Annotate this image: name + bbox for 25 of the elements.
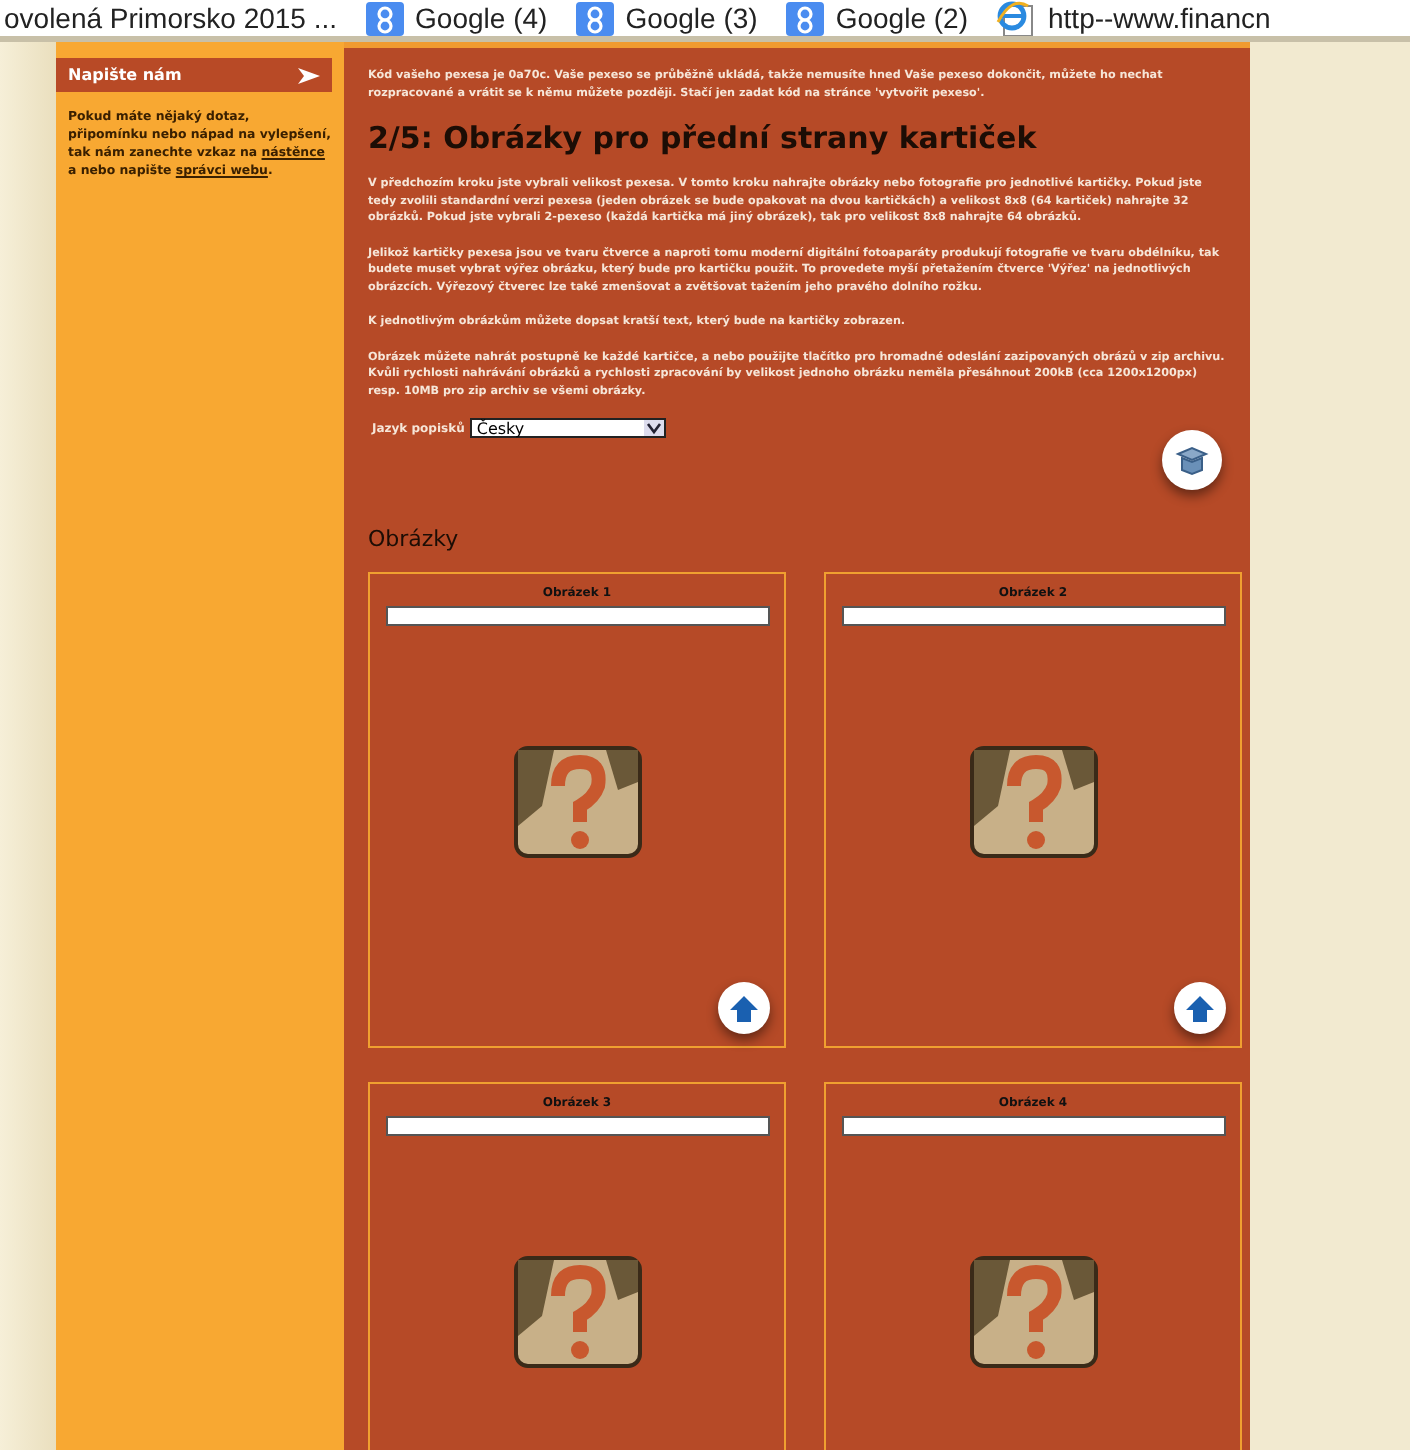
language-select[interactable]: Česky [470, 418, 667, 438]
caption-input[interactable] [841, 1116, 1225, 1136]
caption-input[interactable] [385, 1116, 769, 1136]
box-icon [1174, 444, 1210, 476]
upload-arrow-icon [1186, 995, 1214, 1021]
page-heading: 2/5: Obrázky pro přední strany kartiček [368, 120, 1039, 156]
question-mark-picture [969, 1256, 1097, 1368]
bookmark-link[interactable]: Google (2) [785, 1, 968, 35]
question-mark-picture [969, 746, 1097, 858]
caption-input[interactable] [841, 606, 1225, 626]
upload-arrow-icon [730, 995, 758, 1021]
question-mark-picture [513, 746, 641, 858]
section-title: Obrázky [368, 526, 461, 552]
bookmark-link[interactable]: http--www.financn [996, 0, 1271, 36]
caption-input[interactable] [385, 606, 769, 626]
upload-button[interactable] [1174, 982, 1226, 1034]
bookmark-link[interactable]: ovolená Primorsko 2015 ... [4, 2, 338, 34]
send-arrow-icon [298, 67, 320, 83]
upload-button[interactable] [718, 982, 770, 1034]
dropdown-arrow-icon [644, 420, 665, 436]
sidebar-header: Napište nám [56, 58, 332, 92]
zip-upload-button[interactable] [1162, 430, 1222, 490]
bookmark-link[interactable]: Google (3) [575, 1, 758, 35]
bookmark-link[interactable]: Google (4) [365, 1, 548, 35]
question-mark-picture [513, 1256, 641, 1368]
